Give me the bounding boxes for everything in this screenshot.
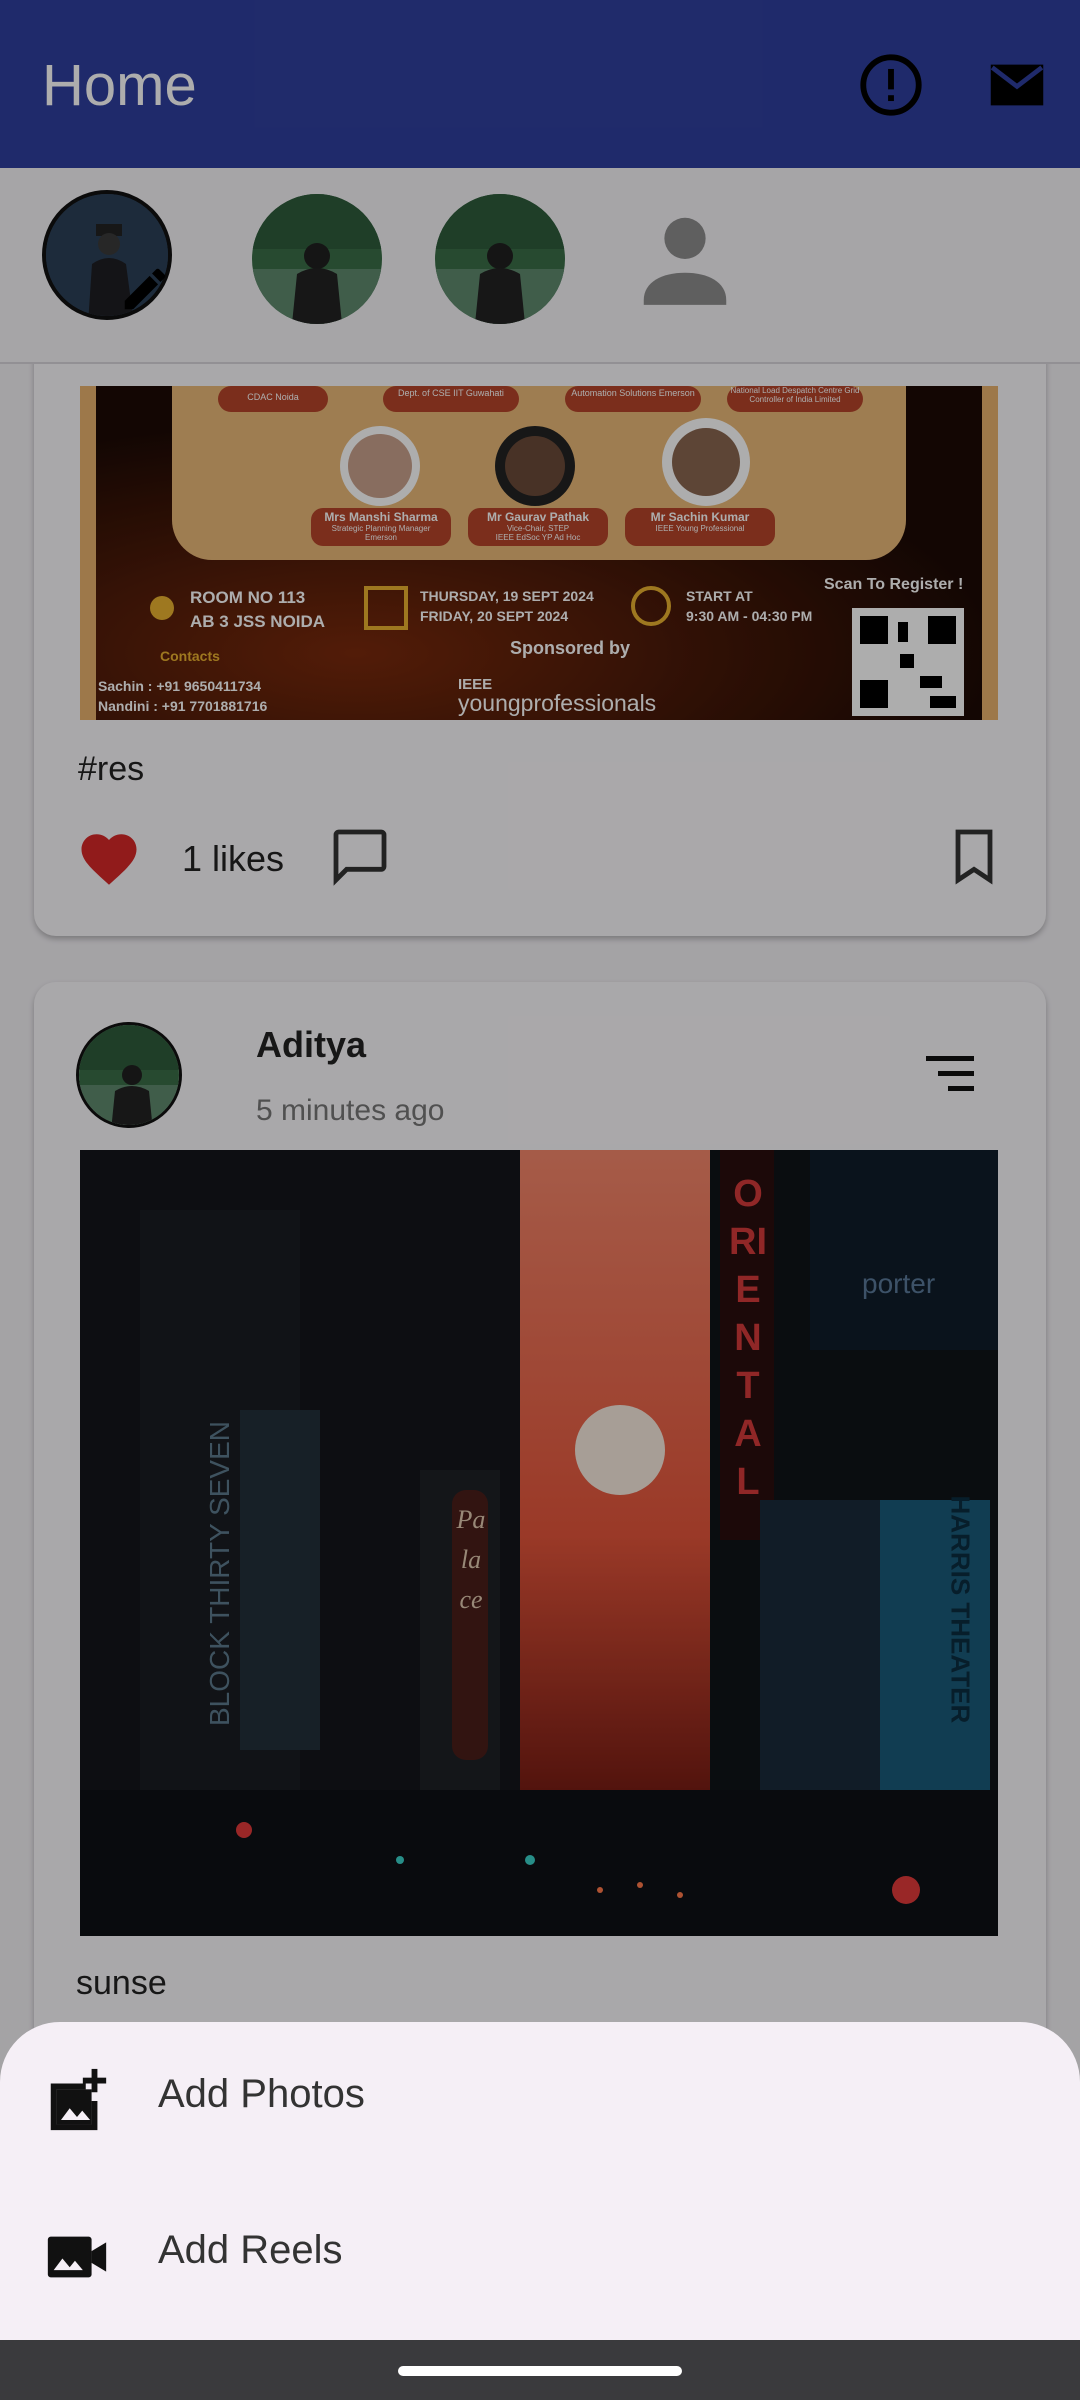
add-photo-icon <box>42 2066 112 2136</box>
add-reels-option[interactable]: Add Reels <box>0 2178 1080 2328</box>
system-nav-bar <box>0 2340 1080 2400</box>
add-photos-label: Add Photos <box>158 2072 365 2116</box>
add-photos-option[interactable]: Add Photos <box>0 2022 1080 2172</box>
home-gesture-handle[interactable] <box>398 2366 682 2376</box>
video-camera-icon <box>42 2222 112 2292</box>
add-reels-label: Add Reels <box>158 2228 343 2272</box>
bottom-sheet: Add Photos Add Reels <box>0 2022 1080 2340</box>
